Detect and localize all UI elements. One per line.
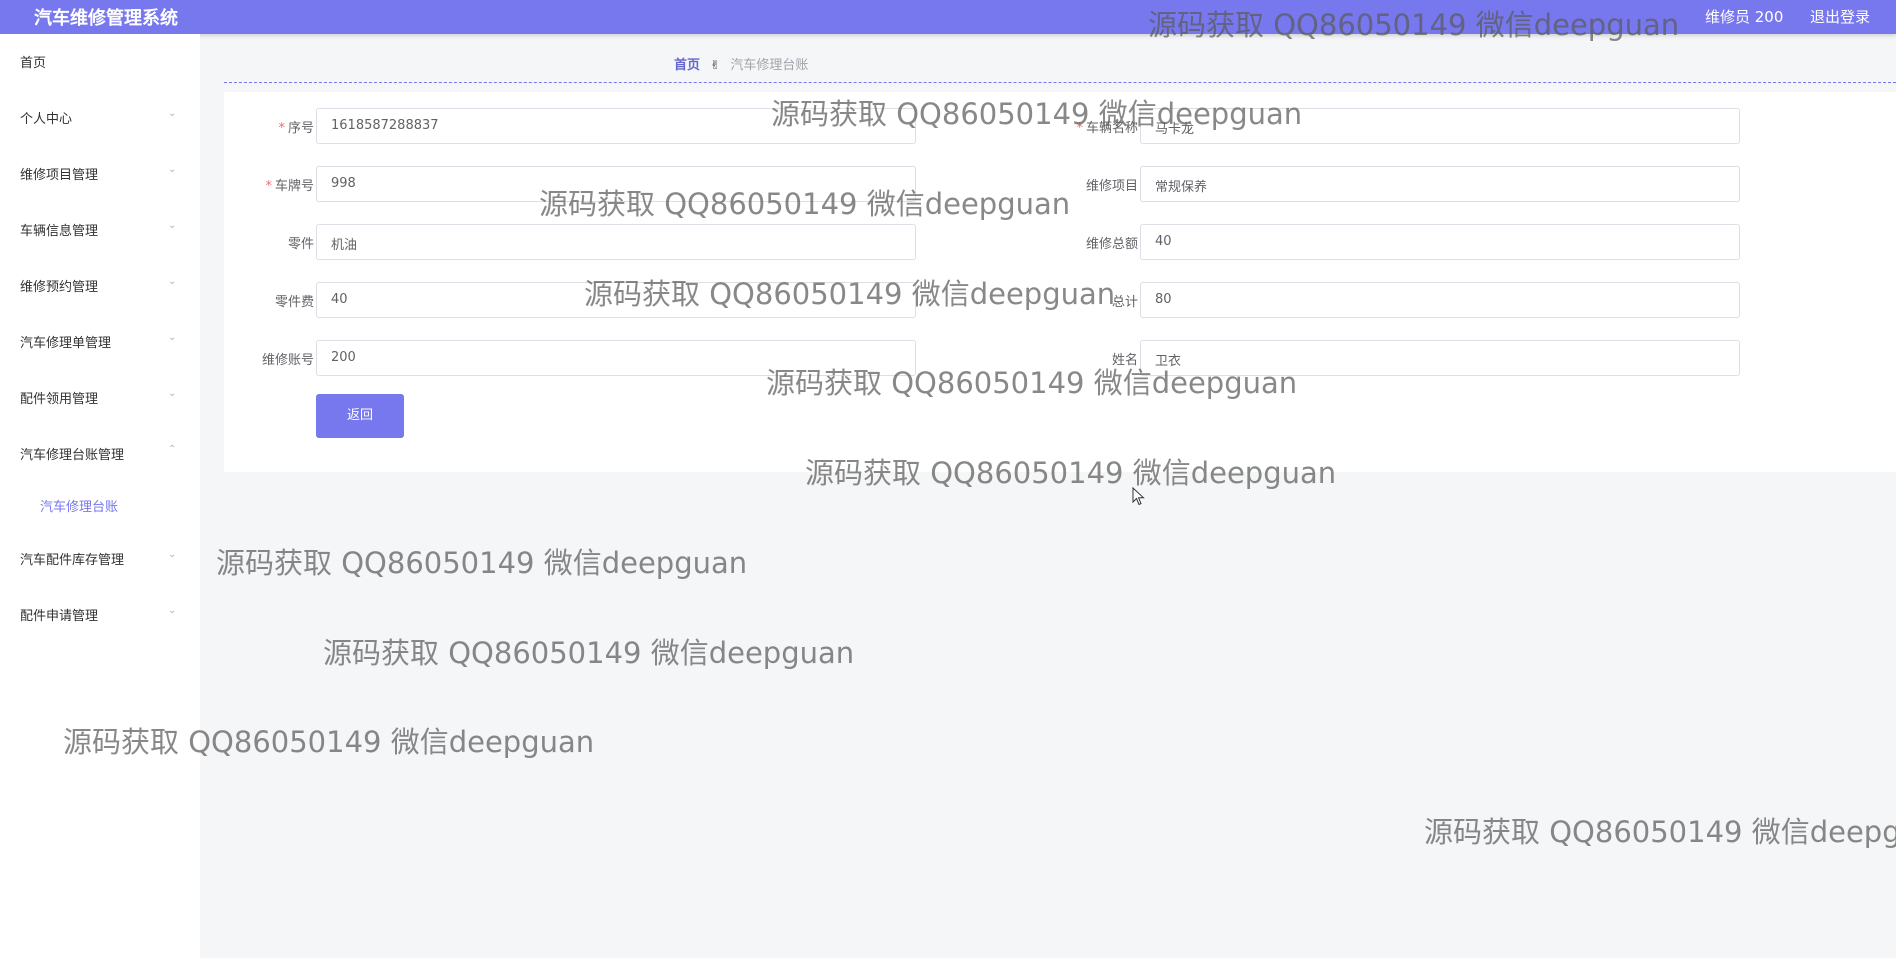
field-label-total: 总计 <box>1048 291 1138 310</box>
field-label-text: 维修账号 <box>261 353 314 368</box>
field-label-plate: * 车牌号 <box>224 175 314 194</box>
field-label-text: 维修总额 <box>1085 237 1138 252</box>
chevron-down-icon: ⌄ <box>168 276 177 287</box>
chevron-up-icon: ⌃ <box>168 444 177 455</box>
sidebar-item-parts-usage[interactable]: 配件领用管理 ⌄ <box>0 378 200 418</box>
user-label: 维修员 200 <box>1705 8 1784 26</box>
field-label-vehicle-name: * 车辆名称 <box>1048 117 1138 136</box>
chevron-down-icon: ⌄ <box>168 164 177 175</box>
sidebar-item-label: 维修项目管理 <box>20 168 99 183</box>
breadcrumb-home[interactable]: 首页 <box>674 58 700 73</box>
detail-form: * 序号 1618587288837 * 车辆名称 马卡龙 * 车牌号 998 维修项… <box>224 92 1896 472</box>
chevron-down-icon: ⌄ <box>168 220 177 231</box>
field-label-repair-item: 维修项目 <box>1048 175 1138 194</box>
sidebar-item-label: 配件领用管理 <box>20 392 99 407</box>
sidebar-item-vehicle-info[interactable]: 车辆信息管理 ⌄ <box>0 210 200 250</box>
total-field[interactable]: 80 <box>1140 282 1740 318</box>
sidebar-item-home[interactable]: 首页 <box>0 42 200 82</box>
breadcrumb-current: 汽车修理台账 <box>730 58 809 73</box>
chevron-down-icon: ⌄ <box>168 332 177 343</box>
chevron-down-icon: ⌄ <box>168 108 177 119</box>
parts-fee-field[interactable]: 40 <box>316 282 916 318</box>
sidebar-item-label: 汽车修理台账 <box>40 500 119 515</box>
top-bar: 汽车维修管理系统 维修员 200 退出登录 <box>0 0 1896 34</box>
chevron-down-icon: ⌄ <box>168 605 177 616</box>
field-label-text: 姓名 <box>1111 353 1138 368</box>
sidebar-item-label: 车辆信息管理 <box>20 224 99 239</box>
sidebar-item-label: 汽车修理单管理 <box>20 336 112 351</box>
sidebar-item-label: 维修预约管理 <box>20 280 99 295</box>
sidebar-item-parts-application[interactable]: 配件申请管理 ⌄ <box>0 595 200 635</box>
sidebar-item-label: 个人中心 <box>20 112 73 127</box>
field-label-text: 零件 <box>287 237 314 252</box>
chevron-down-icon: ⌄ <box>168 388 177 399</box>
logout-link[interactable]: 退出登录 <box>1810 6 1870 27</box>
required-mark: * <box>278 121 285 136</box>
sidebar-item-personal-center[interactable]: 个人中心 ⌄ <box>0 98 200 138</box>
field-label-text: 维修项目 <box>1085 179 1138 194</box>
sidebar-item-label: 配件申请管理 <box>20 609 99 624</box>
sidebar-item-label: 汽车修理台账管理 <box>20 448 125 463</box>
part-field[interactable]: 机油 <box>316 224 916 260</box>
field-label-part: 零件 <box>224 233 314 252</box>
required-mark: * <box>265 179 272 194</box>
sidebar-item-repair-ledger[interactable]: 汽车修理台账 <box>0 486 200 526</box>
field-label-repair-total: 维修总额 <box>1048 233 1138 252</box>
back-button[interactable]: 返回 <box>316 394 404 438</box>
sidebar-item-label: 汽车配件库存管理 <box>20 553 125 568</box>
sidebar-item-label: 首页 <box>20 56 47 71</box>
field-label-parts-fee: 零件费 <box>224 291 314 310</box>
name-field[interactable]: 卫衣 <box>1140 340 1740 376</box>
required-mark: * <box>1076 121 1083 136</box>
mouse-cursor-icon <box>1132 487 1145 506</box>
sidebar-item-repair-order[interactable]: 汽车修理单管理 ⌄ <box>0 322 200 362</box>
field-label-serial: * 序号 <box>224 117 314 136</box>
serial-field[interactable]: 1618587288837 <box>316 108 916 144</box>
sidebar-item-parts-inventory[interactable]: 汽车配件库存管理 ⌄ <box>0 539 200 579</box>
vehicle-name-field[interactable]: 马卡龙 <box>1140 108 1740 144</box>
breadcrumb: 首页 ✌ 汽车修理台账 <box>674 54 808 73</box>
sidebar-item-repair-appointment[interactable]: 维修预约管理 ⌄ <box>0 266 200 306</box>
field-label-text: 零件费 <box>274 295 314 310</box>
app-title: 汽车维修管理系统 <box>34 8 178 29</box>
field-label-repair-account: 维修账号 <box>224 349 314 368</box>
plate-field[interactable]: 998 <box>316 166 916 202</box>
repair-total-field[interactable]: 40 <box>1140 224 1740 260</box>
sidebar: 首页 个人中心 ⌄ 维修项目管理 ⌄ 车辆信息管理 ⌄ 维修预约管理 ⌄ 汽车修… <box>0 34 200 958</box>
field-label-text: 车辆名称 <box>1085 121 1138 136</box>
chevron-down-icon: ⌄ <box>168 549 177 560</box>
field-label-text: 序号 <box>287 121 314 136</box>
sidebar-item-repair-project[interactable]: 维修项目管理 ⌄ <box>0 154 200 194</box>
repair-item-field[interactable]: 常规保养 <box>1140 166 1740 202</box>
hand-icon: ✌ <box>710 58 721 72</box>
field-label-text: 车牌号 <box>274 179 314 194</box>
main-content: 首页 ✌ 汽车修理台账 * 序号 1618587288837 * 车辆名称 马卡龙 … <box>200 34 1896 958</box>
sidebar-item-repair-ledger-management[interactable]: 汽车修理台账管理 ⌃ <box>0 434 200 474</box>
divider <box>224 82 1896 83</box>
repair-account-field[interactable]: 200 <box>316 340 916 376</box>
field-label-name: 姓名 <box>1048 349 1138 368</box>
field-label-text: 总计 <box>1111 295 1138 310</box>
